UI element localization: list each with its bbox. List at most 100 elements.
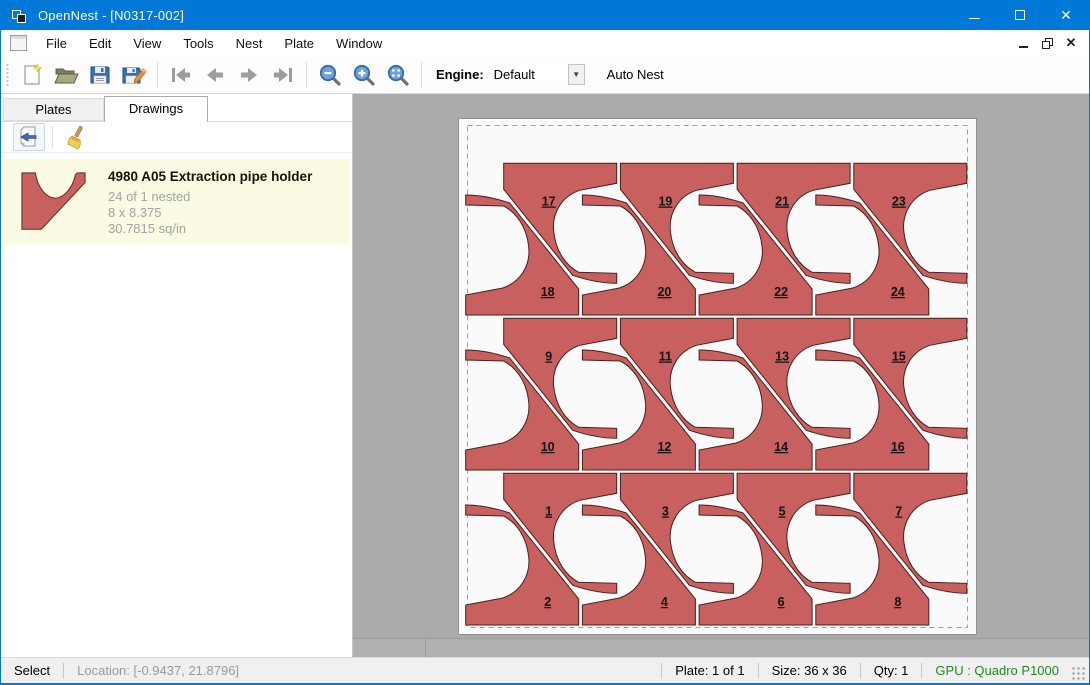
maximize-button[interactable]: [997, 0, 1043, 30]
part-label: 23: [892, 195, 906, 209]
auto-nest-button[interactable]: Auto Nest: [601, 63, 670, 86]
resize-grip[interactable]: [1072, 667, 1086, 681]
part-label: 9: [545, 350, 552, 364]
horizontal-scrollbar[interactable]: [353, 638, 1089, 657]
chevron-down-icon[interactable]: ▼: [568, 64, 585, 85]
clear-broom-icon: [64, 125, 88, 149]
drawing-size: 8 x 8.375: [108, 205, 312, 221]
drawings-toolbar: [1, 122, 352, 153]
mdi-minimize-button[interactable]: [1011, 33, 1035, 53]
minimize-icon: [969, 17, 980, 19]
nav-first-icon: [169, 66, 193, 84]
nav-prev-button[interactable]: [198, 59, 232, 91]
engine-select[interactable]: Default ▼: [490, 64, 585, 86]
part-label: 11: [659, 350, 672, 364]
new-icon: [20, 63, 44, 87]
nest-canvas[interactable]: 171921231820222491113151012141613572468: [353, 94, 1089, 657]
close-icon: ✕: [1060, 8, 1072, 22]
part-label: 2: [544, 595, 551, 609]
part-label: 24: [891, 285, 905, 299]
menu-view[interactable]: View: [122, 32, 172, 55]
app-window: OpenNest - [N0317-002] ✕ File Edit View …: [0, 0, 1090, 685]
nav-last-button[interactable]: [266, 59, 300, 91]
drawing-area: 30.7815 sq/in: [108, 221, 312, 237]
status-bar: Select Location: [-0.9437, 21.8796] Plat…: [1, 657, 1089, 683]
open-icon: [53, 63, 79, 87]
sidebar: Plates Drawings: [1, 94, 353, 657]
menu-tools[interactable]: Tools: [172, 32, 224, 55]
part-thumbnail: [14, 167, 92, 237]
menu-edit[interactable]: Edit: [78, 32, 122, 55]
engine-value: Default: [490, 67, 568, 82]
zoom-in-button[interactable]: [347, 59, 381, 91]
tab-drawings[interactable]: Drawings: [104, 96, 208, 122]
save-icon: [88, 63, 112, 87]
zoom-fit-button[interactable]: [381, 59, 415, 91]
window-title: OpenNest - [N0317-002]: [38, 8, 184, 23]
status-location: Location: [-0.9437, 21.8796]: [64, 663, 252, 678]
status-qty: Qty: 1: [861, 663, 922, 678]
maximize-icon: [1015, 10, 1025, 20]
part-label: 1: [545, 505, 552, 519]
menu-file[interactable]: File: [35, 32, 78, 55]
title-bar[interactable]: OpenNest - [N0317-002] ✕: [1, 0, 1089, 30]
nav-last-icon: [271, 66, 295, 84]
open-button[interactable]: [49, 59, 83, 91]
close-button[interactable]: ✕: [1043, 0, 1089, 30]
nest-drawing: 171921231820222491113151012141613572468: [459, 119, 976, 634]
tab-plates[interactable]: Plates: [3, 98, 104, 121]
part-label: 22: [774, 285, 788, 299]
toolbar-separator: [157, 62, 158, 88]
import-drawing-button[interactable]: [13, 123, 45, 151]
status-plate: Plate: 1 of 1: [662, 663, 757, 678]
part-label: 16: [891, 440, 905, 454]
toolbar-separator: [306, 62, 307, 88]
nav-prev-icon: [203, 66, 227, 84]
menu-nest[interactable]: Nest: [225, 32, 274, 55]
drawing-list-item[interactable]: 4980 A05 Extraction pipe holder 24 of 1 …: [4, 159, 349, 245]
mdi-minimize-icon: [1019, 46, 1028, 48]
nav-next-button[interactable]: [232, 59, 266, 91]
status-size: Size: 36 x 36: [759, 663, 860, 678]
nav-first-button[interactable]: [164, 59, 198, 91]
part-label: 4: [661, 595, 668, 609]
part-label: 19: [658, 195, 672, 209]
toolbar-grip[interactable]: [6, 63, 9, 87]
zoom-out-icon: [318, 63, 342, 87]
import-drawing-icon: [17, 125, 41, 149]
main-toolbar: Engine: Default ▼ Auto Nest: [1, 56, 1089, 94]
save-button[interactable]: [83, 59, 117, 91]
mdi-close-icon: ✕: [1066, 35, 1077, 51]
toolbar-separator: [52, 126, 53, 148]
part-label: 20: [657, 285, 671, 299]
part-label: 17: [542, 195, 556, 209]
save-as-button[interactable]: [117, 59, 151, 91]
part-label: 15: [892, 350, 906, 364]
menu-bar: File Edit View Tools Nest Plate Window ✕: [1, 30, 1089, 56]
part-label: 14: [774, 440, 788, 454]
mdi-document-icon[interactable]: [10, 35, 27, 51]
clear-drawings-button[interactable]: [60, 123, 92, 151]
minimize-button[interactable]: [951, 0, 997, 30]
zoom-out-button[interactable]: [313, 59, 347, 91]
part-label: 13: [775, 350, 789, 364]
app-icon: [12, 8, 29, 23]
part-label: 10: [541, 440, 555, 454]
mdi-close-button[interactable]: ✕: [1059, 33, 1083, 53]
mdi-restore-icon: [1042, 38, 1053, 49]
part-label: 5: [779, 505, 786, 519]
menu-plate[interactable]: Plate: [273, 32, 325, 55]
menu-window[interactable]: Window: [325, 32, 393, 55]
zoom-fit-icon: [386, 63, 410, 87]
part-label: 7: [895, 505, 902, 519]
toolbar-separator: [421, 62, 422, 88]
part-label: 6: [778, 595, 785, 609]
part-label: 8: [894, 595, 901, 609]
mdi-restore-button[interactable]: [1035, 33, 1059, 53]
new-button[interactable]: [15, 59, 49, 91]
nav-next-icon: [237, 66, 261, 84]
part-label: 12: [657, 440, 671, 454]
status-mode: Select: [1, 663, 63, 678]
sidebar-tabstrip: Plates Drawings: [1, 94, 352, 122]
save-as-icon: [121, 63, 147, 87]
